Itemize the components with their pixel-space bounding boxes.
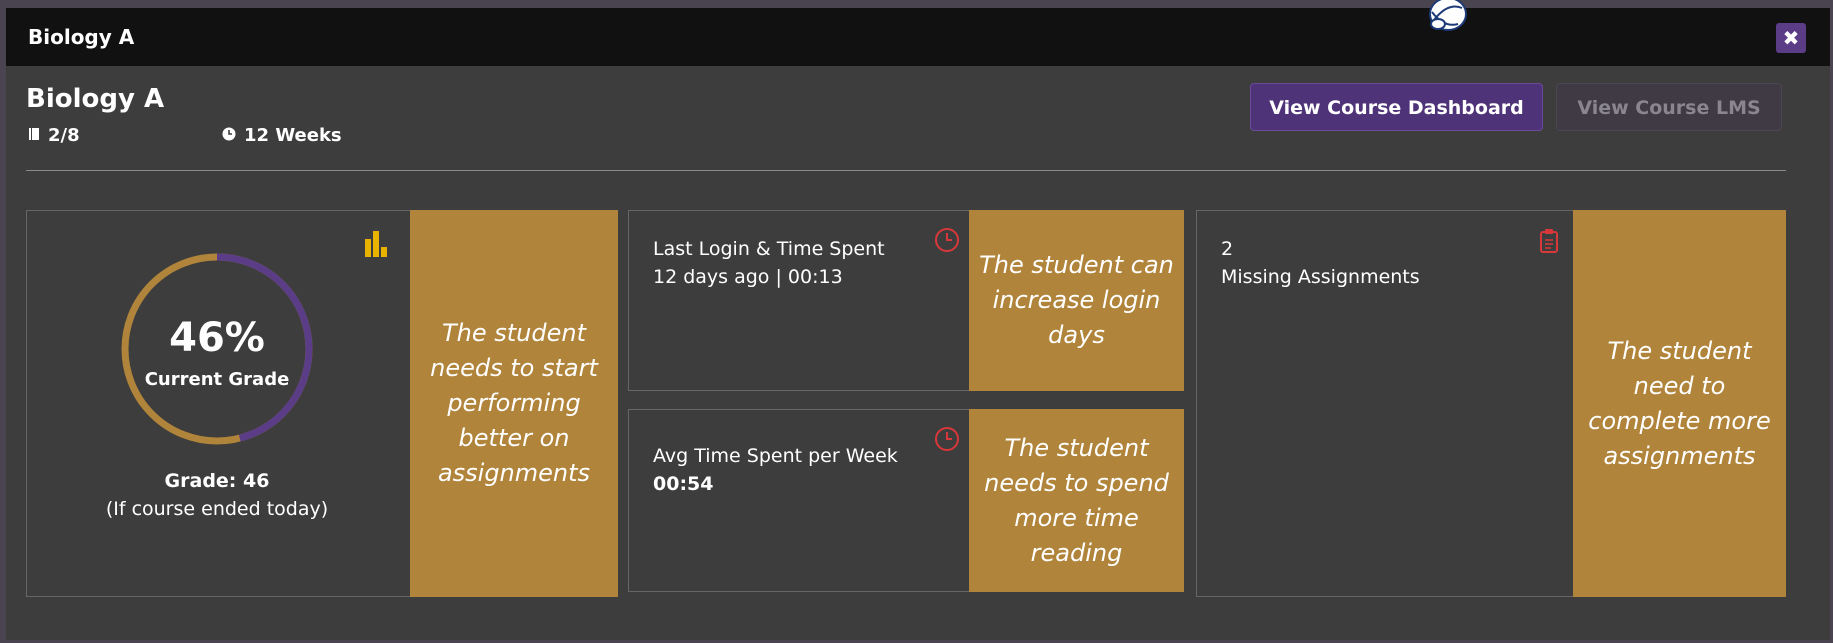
clipboard-icon	[1540, 229, 1558, 253]
grade-note: (If course ended today)	[105, 498, 329, 520]
grade-line: Grade: 46	[164, 470, 270, 492]
view-course-lms-button[interactable]: View Course LMS	[1556, 83, 1782, 131]
clock-icon	[222, 127, 236, 141]
course-modal: Biology A ✖ Biology A 2/8 12 Weeks View …	[6, 0, 1830, 640]
course-title: Biology A	[26, 84, 165, 114]
globe-icon	[1429, 0, 1467, 31]
avg-time-label: Avg Time Spent per Week	[653, 445, 898, 467]
modal-title: Biology A	[28, 25, 135, 49]
modal-titlebar: Biology A ✖	[6, 0, 1830, 66]
login-message: The student can increase login days	[969, 210, 1184, 391]
view-course-dashboard-button[interactable]: View Course Dashboard	[1250, 83, 1543, 131]
lesson-progress-value: 2/8	[48, 125, 80, 146]
course-duration-value: 12 Weeks	[244, 125, 342, 146]
close-button[interactable]: ✖	[1776, 23, 1806, 53]
book-icon	[29, 128, 39, 140]
lesson-progress: 2/8	[28, 125, 80, 146]
assignments-card: 2 Missing Assignments The student need t…	[1196, 210, 1786, 597]
clock-icon	[935, 427, 959, 451]
close-icon: ✖	[1782, 26, 1800, 50]
clock-icon	[935, 228, 959, 252]
grade-caption: Current Grade	[144, 369, 290, 390]
assignments-message: The student need to complete more assign…	[1573, 210, 1786, 597]
course-duration: 12 Weeks	[222, 125, 342, 146]
grade-message: The student needs to start performing be…	[410, 210, 618, 597]
login-label: Last Login & Time Spent	[653, 238, 885, 260]
missing-count: 2	[1221, 238, 1234, 260]
grade-card: 46% Current Grade Grade: 46 (If course e…	[26, 210, 618, 597]
avg-time-card: Avg Time Spent per Week 00:54 The studen…	[628, 409, 1184, 592]
grade-percent: 46%	[169, 315, 265, 361]
login-card: Last Login & Time Spent 12 days ago | 00…	[628, 210, 1184, 391]
bar-chart-icon[interactable]	[363, 231, 391, 257]
avg-time-value: 00:54	[653, 473, 714, 495]
login-value: 12 days ago | 00:13	[653, 266, 843, 288]
avg-time-message: The student needs to spend more time rea…	[969, 409, 1184, 592]
missing-label: Missing Assignments	[1221, 266, 1420, 288]
header-divider	[26, 170, 1786, 171]
